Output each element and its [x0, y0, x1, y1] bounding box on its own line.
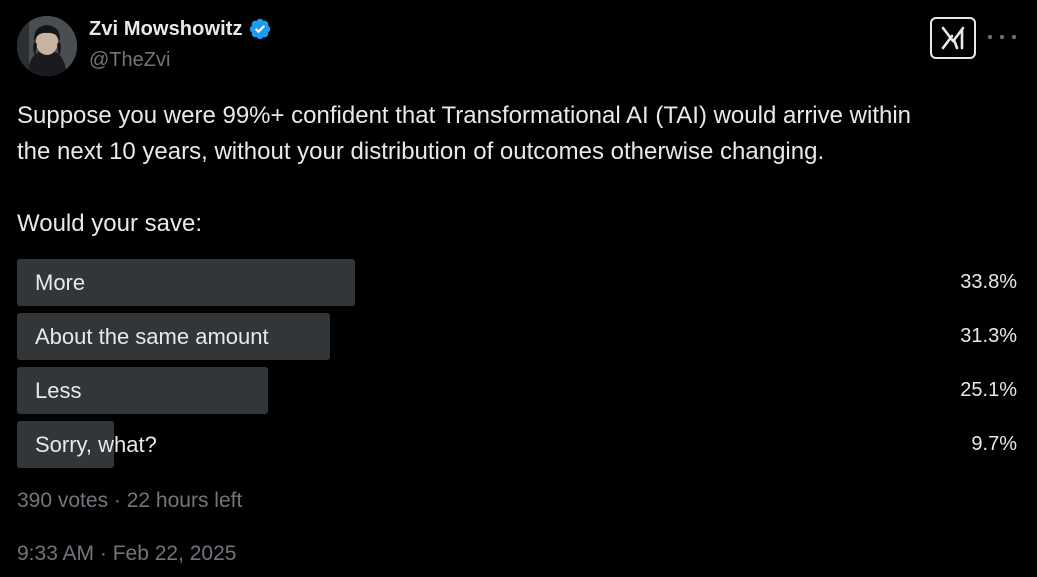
tweet: Zvi Mowshowitz @TheZvi Suppose you were … [0, 0, 1037, 577]
poll-option-percent: 31.3% [960, 325, 1017, 347]
more-dot [1012, 35, 1016, 39]
author-handle[interactable]: @TheZvi [89, 49, 170, 72]
more-options-icon[interactable] [988, 27, 1016, 47]
tweet-text-line: the next 10 years, without your distribu… [17, 138, 825, 165]
poll-option-label: More [35, 269, 86, 295]
poll-meta: 390 votes · 22 hours left [17, 489, 243, 512]
verified-badge-icon [249, 18, 270, 40]
poll-option-label: Sorry, what? [35, 431, 157, 457]
avatar[interactable] [17, 16, 77, 76]
poll-option: More 33.8% [17, 259, 1017, 306]
author-display-name[interactable]: Zvi Mowshowitz [89, 18, 243, 41]
poll-option-percent: 25.1% [960, 379, 1017, 401]
author-name-row: Zvi Mowshowitz [89, 17, 272, 41]
grok-button[interactable] [930, 17, 976, 59]
grok-icon [941, 26, 965, 50]
poll-option: Sorry, what? 9.7% [17, 421, 1017, 468]
timestamp[interactable]: 9:33 AM · Feb 22, 2025 [17, 542, 236, 566]
more-dot [1000, 35, 1004, 39]
poll-option-percent: 9.7% [971, 433, 1017, 455]
poll-option-label: Less [35, 377, 82, 403]
poll: More 33.8% About the same amount 31.3% L… [17, 259, 1017, 475]
tweet-text-line: Suppose you were 99%+ confident that Tra… [17, 102, 912, 129]
poll-option: About the same amount 31.3% [17, 313, 1017, 360]
poll-option-label: About the same amount [35, 323, 269, 349]
tweet-text: Suppose you were 99%+ confident that Tra… [17, 98, 1017, 242]
tweet-question: Would your save: [17, 210, 202, 237]
poll-option-percent: 33.8% [960, 271, 1017, 293]
poll-option: Less 25.1% [17, 367, 1017, 414]
more-dot [988, 35, 992, 39]
